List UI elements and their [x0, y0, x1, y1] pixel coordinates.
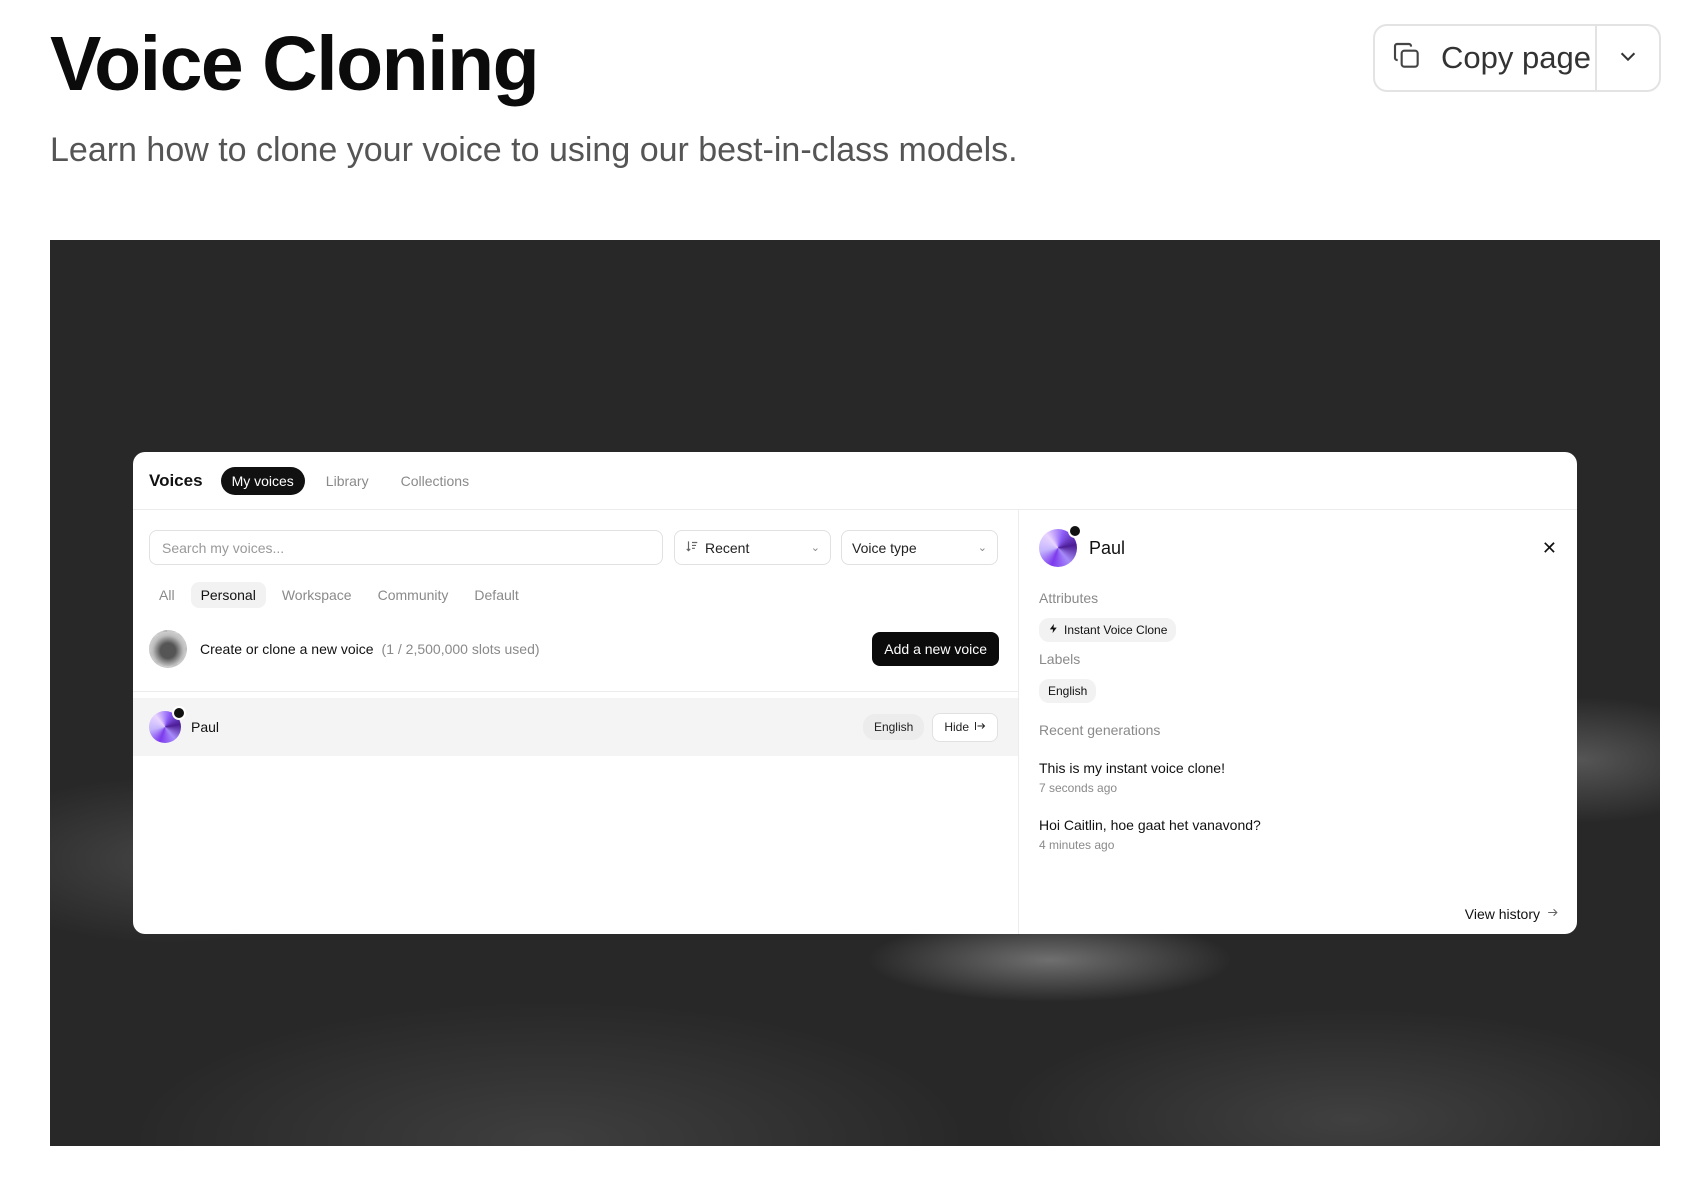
- panel-header: Voices My voices Library Collections: [133, 452, 1577, 510]
- copy-page-button[interactable]: Copy page: [1375, 26, 1595, 90]
- hero-image: Voices My voices Library Collections Rec…: [50, 240, 1660, 1146]
- generation-time: 7 seconds ago: [1039, 781, 1118, 795]
- attribute-label: Instant Voice Clone: [1064, 623, 1168, 637]
- tab-collections[interactable]: Collections: [390, 467, 480, 495]
- sort-label: Recent: [705, 539, 750, 556]
- copy-page-label: Copy page: [1441, 40, 1591, 75]
- arrow-right-to-line-icon: [974, 720, 986, 735]
- filter-all[interactable]: All: [149, 582, 185, 608]
- language-badge: English: [862, 714, 925, 740]
- voice-detail-pane: Paul ✕ Attributes Instant Voice Clone La…: [1019, 510, 1577, 934]
- clone-badge-icon: [1068, 524, 1082, 538]
- voice-avatar: [149, 706, 186, 743]
- tab-my-voices[interactable]: My voices: [220, 466, 305, 495]
- filter-community[interactable]: Community: [368, 582, 459, 608]
- sort-dropdown[interactable]: Recent ⌄: [674, 530, 831, 565]
- hide-voice-button[interactable]: Hide: [932, 712, 998, 742]
- recent-generations-label: Recent generations: [1039, 722, 1161, 738]
- create-voice-row: Create or clone a new voice (1 / 2,500,0…: [149, 628, 999, 670]
- panel-title: Voices: [149, 470, 203, 490]
- filter-personal[interactable]: Personal: [190, 582, 266, 608]
- hide-label: Hide: [944, 720, 969, 734]
- close-icon[interactable]: ✕: [1542, 538, 1557, 559]
- copy-options-button[interactable]: [1597, 26, 1659, 90]
- chevron-down-icon: [1617, 45, 1639, 72]
- search-input[interactable]: [149, 530, 663, 565]
- generation-text[interactable]: This is my instant voice clone!: [1039, 760, 1225, 776]
- view-history-link[interactable]: View history: [1465, 906, 1559, 922]
- clone-badge-icon: [172, 706, 186, 720]
- detail-voice-name: Paul: [1089, 537, 1126, 558]
- voice-avatar: [1039, 524, 1082, 567]
- generation-text[interactable]: Hoi Caitlin, hoe gaat het vanavond?: [1039, 817, 1261, 833]
- slots-used: (1 / 2,500,000 slots used): [381, 641, 540, 657]
- create-voice-text: Create or clone a new voice: [200, 641, 374, 657]
- divider: [133, 691, 1018, 692]
- attribute-tag: Instant Voice Clone: [1039, 618, 1177, 642]
- labels-label: Labels: [1039, 651, 1081, 667]
- filter-workspace[interactable]: Workspace: [272, 582, 362, 608]
- generation-time: 4 minutes ago: [1039, 838, 1115, 852]
- add-voice-button[interactable]: Add a new voice: [872, 632, 999, 666]
- voice-list-item[interactable]: Paul English Hide: [133, 698, 1018, 756]
- chevron-down-icon: ⌄: [810, 542, 820, 554]
- filter-tabs: All Personal Workspace Community Default: [149, 582, 529, 608]
- language-tag: English: [1039, 679, 1097, 703]
- tab-library[interactable]: Library: [315, 467, 380, 495]
- page-title: Voice Cloning: [50, 21, 540, 107]
- copy-page-group: Copy page: [1373, 24, 1661, 92]
- create-voice-avatar: [149, 630, 187, 668]
- copy-icon: [1391, 40, 1423, 77]
- voices-list-pane: Recent ⌄ Voice type ⌄ All Personal Works…: [133, 510, 1019, 934]
- voice-name: Paul: [191, 719, 220, 735]
- voice-type-label: Voice type: [852, 539, 917, 556]
- voices-panel: Voices My voices Library Collections Rec…: [133, 452, 1577, 934]
- attributes-label: Attributes: [1039, 590, 1099, 606]
- chevron-down-icon: ⌄: [977, 542, 987, 554]
- lightning-icon: [1048, 623, 1059, 637]
- arrow-right-icon: [1546, 906, 1559, 922]
- detail-header: Paul ✕: [1039, 524, 1557, 568]
- page-subtitle: Learn how to clone your voice to using o…: [50, 131, 1018, 169]
- voice-type-dropdown[interactable]: Voice type ⌄: [841, 530, 998, 565]
- view-history-label: View history: [1464, 906, 1540, 922]
- sort-icon: [685, 539, 699, 556]
- filter-default[interactable]: Default: [464, 582, 528, 608]
